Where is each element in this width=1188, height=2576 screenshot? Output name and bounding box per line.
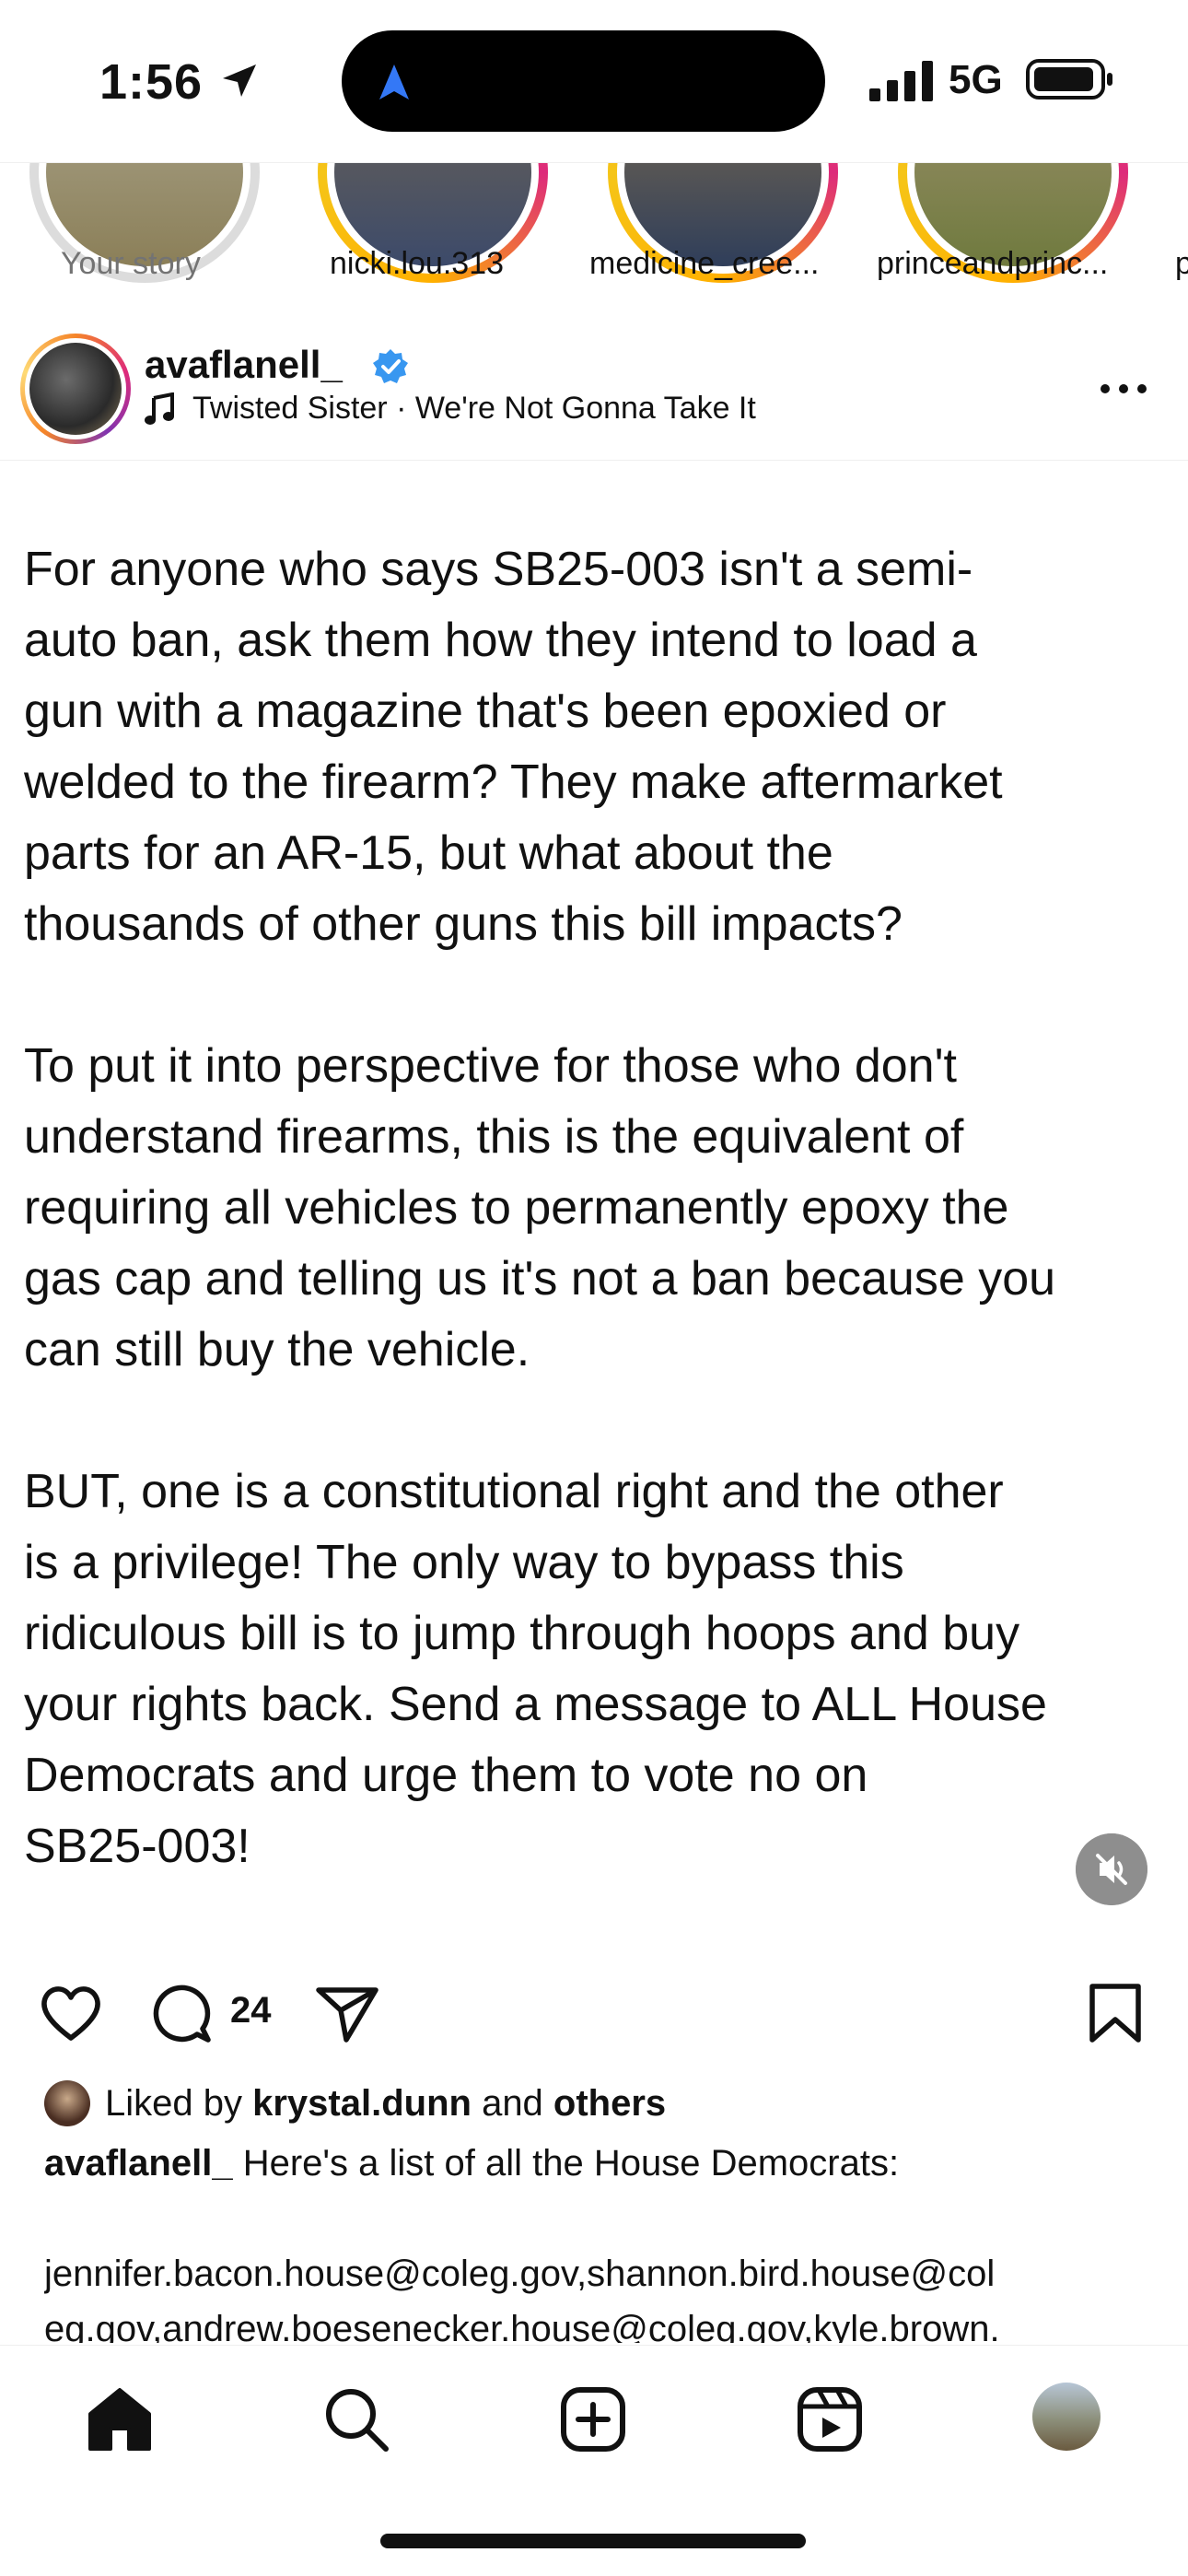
more-options-icon[interactable] xyxy=(1096,370,1151,407)
story-label: nicki.lou.313 xyxy=(330,246,505,281)
reels-icon[interactable] xyxy=(793,2383,867,2456)
create-icon[interactable] xyxy=(556,2383,630,2456)
caption-username[interactable]: avaflanell_ xyxy=(44,2143,233,2184)
post-actions-bar: 24 xyxy=(0,1962,1188,2064)
liker-username[interactable]: krystal.dunn xyxy=(252,2083,472,2124)
comment-count[interactable]: 24 xyxy=(230,1990,272,2032)
post-text-content: For anyone who says SB25-003 isn't a sem… xyxy=(24,543,1056,1873)
story-label: medicine_cree... xyxy=(589,246,820,281)
likes-middle: and xyxy=(471,2083,553,2124)
navigation-arrow-icon xyxy=(379,64,409,100)
location-arrow-icon xyxy=(223,64,256,97)
mute-toggle-icon[interactable] xyxy=(1076,1833,1147,1905)
share-icon[interactable] xyxy=(313,1979,381,2047)
liker-avatar[interactable] xyxy=(44,2080,90,2126)
post-music[interactable]: Twisted Sister · We're Not Gonna Take It xyxy=(145,391,756,427)
story-label: princeandprinc... xyxy=(877,246,1109,281)
post-header: avaflanell_ Twisted Sister · We're Not G… xyxy=(0,322,1188,461)
post-caption[interactable]: avaflanell_ Here's a list of all the Hou… xyxy=(44,2136,1149,2343)
profile-avatar[interactable] xyxy=(1032,2383,1101,2451)
post-author-avatar[interactable] xyxy=(20,334,131,444)
story-label: Your story xyxy=(61,246,201,281)
likes-others[interactable]: others xyxy=(553,2083,666,2124)
battery-icon xyxy=(1026,59,1112,100)
verified-badge-icon xyxy=(373,349,408,383)
comment-icon[interactable] xyxy=(147,1979,215,2047)
home-icon[interactable] xyxy=(83,2383,157,2456)
post-username[interactable]: avaflanell_ xyxy=(145,343,343,387)
bookmark-icon[interactable] xyxy=(1081,1979,1149,2047)
home-indicator[interactable] xyxy=(380,2534,806,2548)
music-title: Twisted Sister · We're Not Gonna Take It xyxy=(192,391,756,426)
network-type: 5G xyxy=(949,57,1003,102)
stories-row[interactable]: + Your story nicki.lou.313 medicine_cree… xyxy=(0,162,1188,300)
status-time: 1:56 xyxy=(99,54,204,110)
likes-summary[interactable]: Liked by krystal.dunn and others xyxy=(105,2083,666,2125)
likes-prefix: Liked by xyxy=(105,2083,253,2124)
avatar-photo xyxy=(29,343,122,435)
search-icon[interactable] xyxy=(320,2383,393,2456)
status-bar: 1:56 5G xyxy=(0,0,1188,162)
cellular-signal-icon xyxy=(869,61,933,101)
story-label: p xyxy=(1175,246,1188,282)
music-note-icon xyxy=(145,392,174,425)
heart-icon[interactable] xyxy=(37,1979,105,2047)
